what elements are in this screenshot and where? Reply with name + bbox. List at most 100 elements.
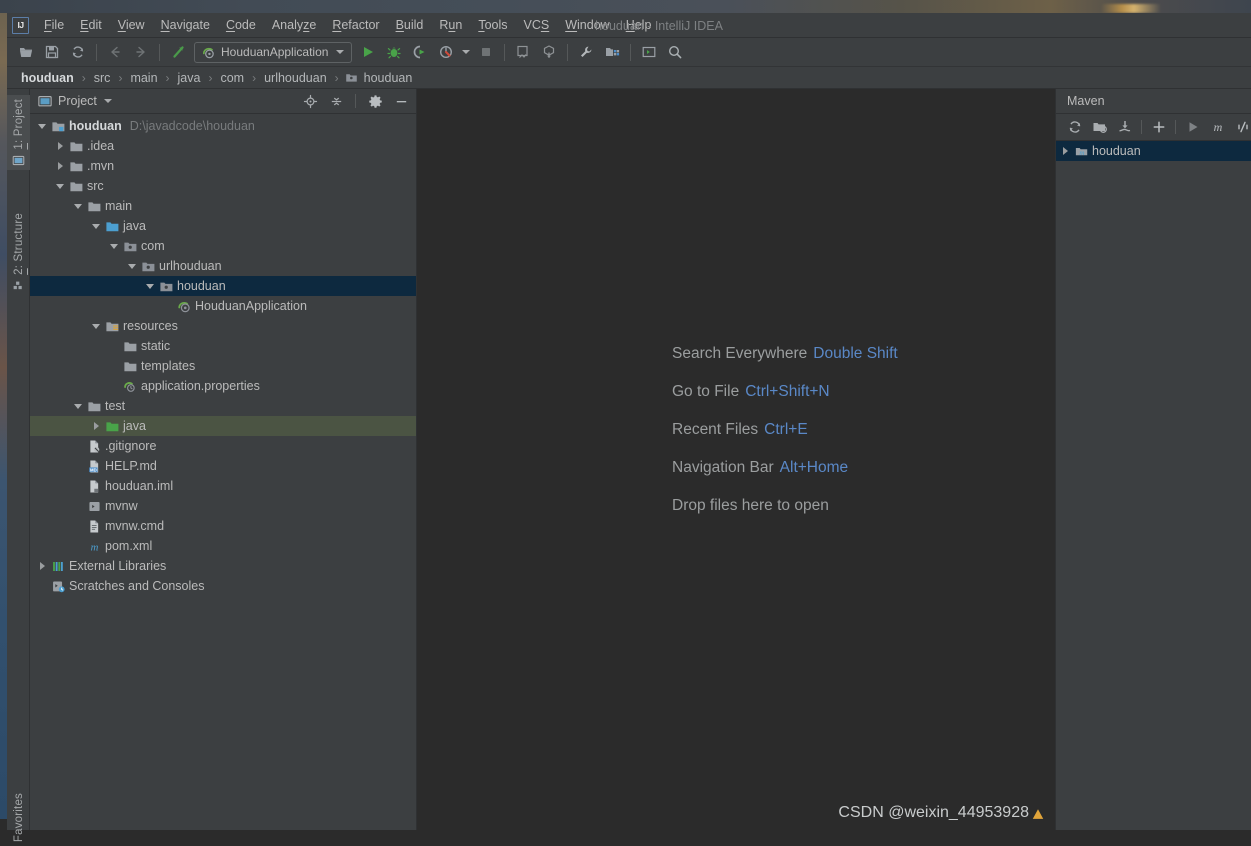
- save-all-icon[interactable]: [39, 40, 65, 64]
- tree-row[interactable]: static: [30, 336, 416, 356]
- tree-row[interactable]: Scratches and Consoles: [30, 576, 416, 596]
- collapse-arrow-icon[interactable]: [53, 176, 67, 196]
- collapse-arrow-icon[interactable]: [143, 276, 157, 296]
- menu-item-vcs[interactable]: VCS: [516, 15, 558, 36]
- profile-icon[interactable]: [433, 40, 459, 64]
- expand-arrow-icon[interactable]: [1058, 141, 1072, 161]
- tree-row[interactable]: com: [30, 236, 416, 256]
- commit-icon[interactable]: [510, 40, 536, 64]
- collapse-arrow-icon[interactable]: [71, 396, 85, 416]
- collapse-all-icon[interactable]: [326, 91, 346, 111]
- menu-item-run[interactable]: Run: [431, 15, 470, 36]
- menu-item-help[interactable]: Help: [618, 15, 660, 36]
- tree-row[interactable]: External Libraries: [30, 556, 416, 576]
- tree-row[interactable]: templates: [30, 356, 416, 376]
- breadcrumb-item-5[interactable]: urlhouduan: [262, 71, 329, 85]
- tree-row[interactable]: main: [30, 196, 416, 216]
- menu-item-code[interactable]: Code: [218, 15, 264, 36]
- tree-row[interactable]: HouduanApplication: [30, 296, 416, 316]
- maven-file-icon: m: [85, 536, 103, 556]
- tree-row[interactable]: houduanD:\javadcode\houduan: [30, 116, 416, 136]
- breadcrumb-item-6[interactable]: houduan: [362, 71, 415, 85]
- menu-item-edit[interactable]: Edit: [72, 15, 110, 36]
- project-tree[interactable]: houduanD:\javadcode\houduan.idea.mvnsrcm…: [30, 114, 416, 830]
- expand-arrow-icon[interactable]: [53, 156, 67, 176]
- download-sources-icon[interactable]: [1112, 116, 1137, 138]
- tree-row[interactable]: urlhouduan: [30, 256, 416, 276]
- maven-project-row[interactable]: m houduan: [1056, 141, 1251, 161]
- locate-file-icon[interactable]: [300, 91, 320, 111]
- tree-row[interactable]: houduan: [30, 276, 416, 296]
- minimize-icon[interactable]: [391, 91, 411, 111]
- search-everywhere-icon[interactable]: [662, 40, 688, 64]
- debug-icon[interactable]: [381, 40, 407, 64]
- add-icon[interactable]: [1146, 116, 1171, 138]
- tree-row[interactable]: .mvn: [30, 156, 416, 176]
- breadcrumb-item-0[interactable]: houduan: [19, 71, 76, 85]
- expand-arrow-icon[interactable]: [35, 556, 49, 576]
- tree-row[interactable]: java: [30, 216, 416, 236]
- tree-row[interactable]: .gitignore: [30, 436, 416, 456]
- generate-sources-icon[interactable]: [1087, 116, 1112, 138]
- menu-item-view[interactable]: View: [110, 15, 153, 36]
- back-icon[interactable]: [102, 40, 128, 64]
- breadcrumb-item-1[interactable]: src: [92, 71, 113, 85]
- expand-arrow-icon[interactable]: [89, 416, 103, 436]
- menu-item-build[interactable]: Build: [388, 15, 432, 36]
- run-configuration-selector[interactable]: HouduanApplication: [194, 42, 352, 63]
- project-structure-icon[interactable]: [599, 40, 625, 64]
- menu-item-tools[interactable]: Tools: [470, 15, 515, 36]
- menu-item-window[interactable]: Window: [557, 15, 617, 36]
- toggle-skip-tests-icon[interactable]: [1230, 116, 1251, 138]
- tree-row[interactable]: test: [30, 396, 416, 416]
- stop-icon[interactable]: [473, 40, 499, 64]
- expand-arrow-icon[interactable]: [53, 136, 67, 156]
- tree-row[interactable]: houduan.iml: [30, 476, 416, 496]
- editor-area[interactable]: Search EverywhereDouble Shift Go to File…: [417, 89, 1055, 830]
- open-project-icon[interactable]: [13, 40, 39, 64]
- run-icon[interactable]: [355, 40, 381, 64]
- menu-item-file[interactable]: File: [36, 15, 72, 36]
- gear-icon[interactable]: [365, 91, 385, 111]
- menu-item-refactor[interactable]: Refactor: [324, 15, 387, 36]
- maven-panel-title: Maven: [1056, 89, 1251, 114]
- collapse-arrow-icon[interactable]: [125, 256, 139, 276]
- collapse-arrow-icon[interactable]: [35, 116, 49, 136]
- sidebar-item-structure[interactable]: 2: Structure: [7, 209, 30, 295]
- tree-row[interactable]: src: [30, 176, 416, 196]
- run-icon[interactable]: [1180, 116, 1205, 138]
- maven-m-icon[interactable]: m: [1205, 116, 1230, 138]
- menu-item-navigate[interactable]: Navigate: [153, 15, 218, 36]
- breadcrumb-item-2[interactable]: main: [128, 71, 159, 85]
- tree-row[interactable]: MDHELP.md: [30, 456, 416, 476]
- tree-row[interactable]: mvnw.cmd: [30, 516, 416, 536]
- tree-row[interactable]: mvnw: [30, 496, 416, 516]
- reload-icon[interactable]: [1062, 116, 1087, 138]
- sidebar-item-favorites[interactable]: Favorites: [7, 789, 30, 846]
- collapse-arrow-icon[interactable]: [71, 196, 85, 216]
- sidebar-item-project[interactable]: 1: Project: [7, 95, 30, 170]
- tree-row[interactable]: mpom.xml: [30, 536, 416, 556]
- breadcrumb-item-4[interactable]: com: [218, 71, 246, 85]
- tree-row[interactable]: application.properties: [30, 376, 416, 396]
- collapse-arrow-icon[interactable]: [107, 236, 121, 256]
- maven-tree[interactable]: m houduan: [1056, 141, 1251, 830]
- forward-icon[interactable]: [128, 40, 154, 64]
- terminal-icon[interactable]: [636, 40, 662, 64]
- breadcrumb: houduan › src › main › java › com › urlh…: [7, 67, 1251, 89]
- collapse-arrow-icon[interactable]: [89, 316, 103, 336]
- update-project-icon[interactable]: [536, 40, 562, 64]
- edit-source-icon[interactable]: [165, 40, 191, 64]
- profile-dropdown-icon[interactable]: [459, 40, 473, 64]
- tree-row[interactable]: .idea: [30, 136, 416, 156]
- chevron-down-icon[interactable]: [104, 99, 112, 103]
- tree-row[interactable]: resources: [30, 316, 416, 336]
- run-with-coverage-icon[interactable]: [407, 40, 433, 64]
- tree-row[interactable]: java: [30, 416, 416, 436]
- synchronize-icon[interactable]: [65, 40, 91, 64]
- settings-wrench-icon[interactable]: [573, 40, 599, 64]
- breadcrumb-item-3[interactable]: java: [176, 71, 203, 85]
- collapse-arrow-icon[interactable]: [89, 216, 103, 236]
- editor-hints: Search EverywhereDouble Shift Go to File…: [672, 345, 898, 515]
- menu-item-analyze[interactable]: Analyze: [264, 15, 324, 36]
